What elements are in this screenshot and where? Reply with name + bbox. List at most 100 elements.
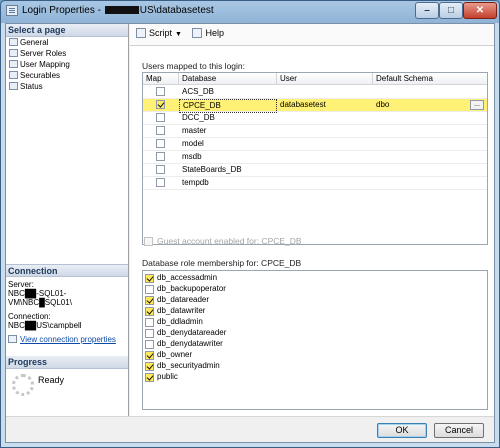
role-checkbox[interactable] — [145, 285, 154, 294]
user-cell[interactable]: databasetest — [277, 99, 373, 111]
connection-value: NBC██US\campbell — [8, 321, 82, 330]
map-checkbox[interactable] — [156, 100, 165, 109]
role-checkbox[interactable] — [145, 373, 154, 382]
page-icon — [9, 71, 18, 79]
grid-header: Map Database User Default Schema — [143, 73, 487, 85]
table-row[interactable]: msdb — [143, 151, 487, 164]
server-value: NBC██-SQL01-VM\NBC█SQL01\ — [8, 289, 72, 307]
table-row[interactable]: CPCE_DB databasetest dbo... — [143, 99, 487, 113]
minimize-button[interactable]: – — [415, 2, 439, 19]
ok-button[interactable]: OK — [377, 423, 427, 438]
guest-account-label: Guest account enabled for: CPCE_DB — [157, 236, 302, 246]
table-row[interactable]: master — [143, 125, 487, 138]
dialog-body: Select a page General Server Roles User Ma… — [5, 23, 495, 443]
role-item[interactable]: db_ddladmin — [145, 317, 203, 328]
user-mapping-page: Script ▼ Help Users mapped to this login:… — [130, 24, 494, 416]
map-checkbox[interactable] — [156, 113, 165, 122]
table-row[interactable]: StateBoards_DB — [143, 164, 487, 177]
column-header-database[interactable]: Database — [179, 73, 277, 84]
sidebar-item-user-mapping[interactable]: User Mapping — [6, 59, 128, 70]
role-checkbox[interactable] — [145, 329, 154, 338]
role-checkbox[interactable] — [145, 362, 154, 371]
role-membership-list: db_accessadmin db_backupoperator db_datare… — [142, 270, 488, 410]
properties-icon — [8, 335, 17, 343]
role-checkbox[interactable] — [145, 318, 154, 327]
toolbar: Script ▼ Help — [130, 24, 494, 46]
role-item[interactable]: db_denydatawriter — [145, 339, 223, 350]
select-page-header: Select a page — [6, 24, 128, 37]
guest-account-checkbox[interactable] — [144, 237, 153, 246]
chevron-down-icon[interactable]: ▼ — [175, 31, 182, 38]
role-checkbox[interactable] — [145, 340, 154, 349]
sidebar-item-server-roles[interactable]: Server Roles — [6, 48, 128, 59]
dialog-footer: OK Cancel — [6, 416, 494, 442]
connection-label: Connection: — [8, 312, 51, 321]
role-label: db_datareader — [157, 295, 210, 304]
sidebar-item-label: General — [20, 38, 49, 47]
role-label: db_backupoperator — [157, 284, 226, 293]
progress-section: Progress Ready — [6, 356, 128, 419]
sidebar-item-securables[interactable]: Securables — [6, 70, 128, 81]
cancel-button[interactable]: Cancel — [434, 423, 484, 438]
maximize-button[interactable]: □ — [439, 2, 463, 19]
database-cell: DCC_DB — [182, 113, 215, 122]
redaction-mark — [104, 6, 139, 14]
table-row[interactable]: ACS_DB — [143, 86, 487, 99]
progress-spinner-icon — [12, 374, 34, 396]
database-cell: model — [182, 139, 204, 148]
role-label: db_ddladmin — [157, 317, 203, 326]
role-checkbox[interactable] — [145, 296, 154, 305]
close-icon: ✕ — [475, 5, 485, 16]
role-item[interactable]: db_accessadmin — [145, 273, 217, 284]
role-item[interactable]: db_denydatareader — [145, 328, 226, 339]
role-checkbox[interactable] — [145, 274, 154, 283]
role-label: db_datawriter — [157, 306, 206, 315]
schema-browse-button[interactable]: ... — [470, 100, 484, 110]
map-checkbox[interactable] — [156, 139, 165, 148]
map-checkbox[interactable] — [156, 87, 165, 96]
map-checkbox[interactable] — [156, 126, 165, 135]
title-bar[interactable]: Login Properties - US\databasetest – □ ✕ — [1, 1, 499, 21]
column-header-map[interactable]: Map — [143, 73, 179, 84]
page-list: General Server Roles User Mapping Securable… — [6, 37, 128, 92]
page-icon — [9, 82, 18, 90]
script-icon — [136, 28, 146, 38]
map-checkbox[interactable] — [156, 165, 165, 174]
table-row[interactable]: tempdb — [143, 177, 487, 190]
guest-account-row: Guest account enabled for: CPCE_DB — [144, 236, 302, 246]
login-properties-window: Login Properties - US\databasetest – □ ✕… — [0, 0, 500, 448]
column-header-default-schema[interactable]: Default Schema — [373, 73, 487, 84]
role-item[interactable]: db_datareader — [145, 295, 209, 306]
role-item[interactable]: db_owner — [145, 350, 192, 361]
sidebar-item-label: Securables — [20, 71, 61, 80]
map-checkbox[interactable] — [156, 152, 165, 161]
help-button[interactable]: Help — [192, 28, 224, 38]
page-icon — [9, 38, 18, 46]
role-checkbox[interactable] — [145, 351, 154, 360]
role-label: db_denydatareader — [157, 328, 227, 337]
view-connection-properties-link[interactable]: View connection properties — [8, 335, 126, 344]
role-item[interactable]: db_securityadmin — [145, 361, 220, 372]
role-item[interactable]: public — [145, 372, 178, 383]
table-row[interactable]: DCC_DB — [143, 112, 487, 125]
page-icon — [9, 49, 18, 57]
role-item[interactable]: db_datawriter — [145, 306, 205, 317]
close-button[interactable]: ✕ — [463, 2, 497, 19]
role-label: db_denydatawriter — [157, 339, 223, 348]
database-cell: CPCE_DB — [179, 99, 277, 113]
window-title: Login Properties - US\databasetest — [22, 5, 214, 16]
progress-header: Progress — [6, 356, 128, 369]
sidebar-item-status[interactable]: Status — [6, 81, 128, 92]
role-label: public — [157, 372, 178, 381]
sidebar-item-label: User Mapping — [20, 60, 70, 69]
column-header-user[interactable]: User — [277, 73, 373, 84]
map-checkbox[interactable] — [156, 178, 165, 187]
role-item[interactable]: db_backupoperator — [145, 284, 226, 295]
database-cell: StateBoards_DB — [182, 165, 242, 174]
sidebar-item-general[interactable]: General — [6, 37, 128, 48]
table-row[interactable]: model — [143, 138, 487, 151]
database-cell: master — [182, 126, 207, 135]
role-checkbox[interactable] — [145, 307, 154, 316]
script-button[interactable]: Script ▼ — [136, 28, 182, 38]
connection-section: Connection Server: NBC██-SQL01-VM\NBC█SQ… — [6, 264, 128, 347]
